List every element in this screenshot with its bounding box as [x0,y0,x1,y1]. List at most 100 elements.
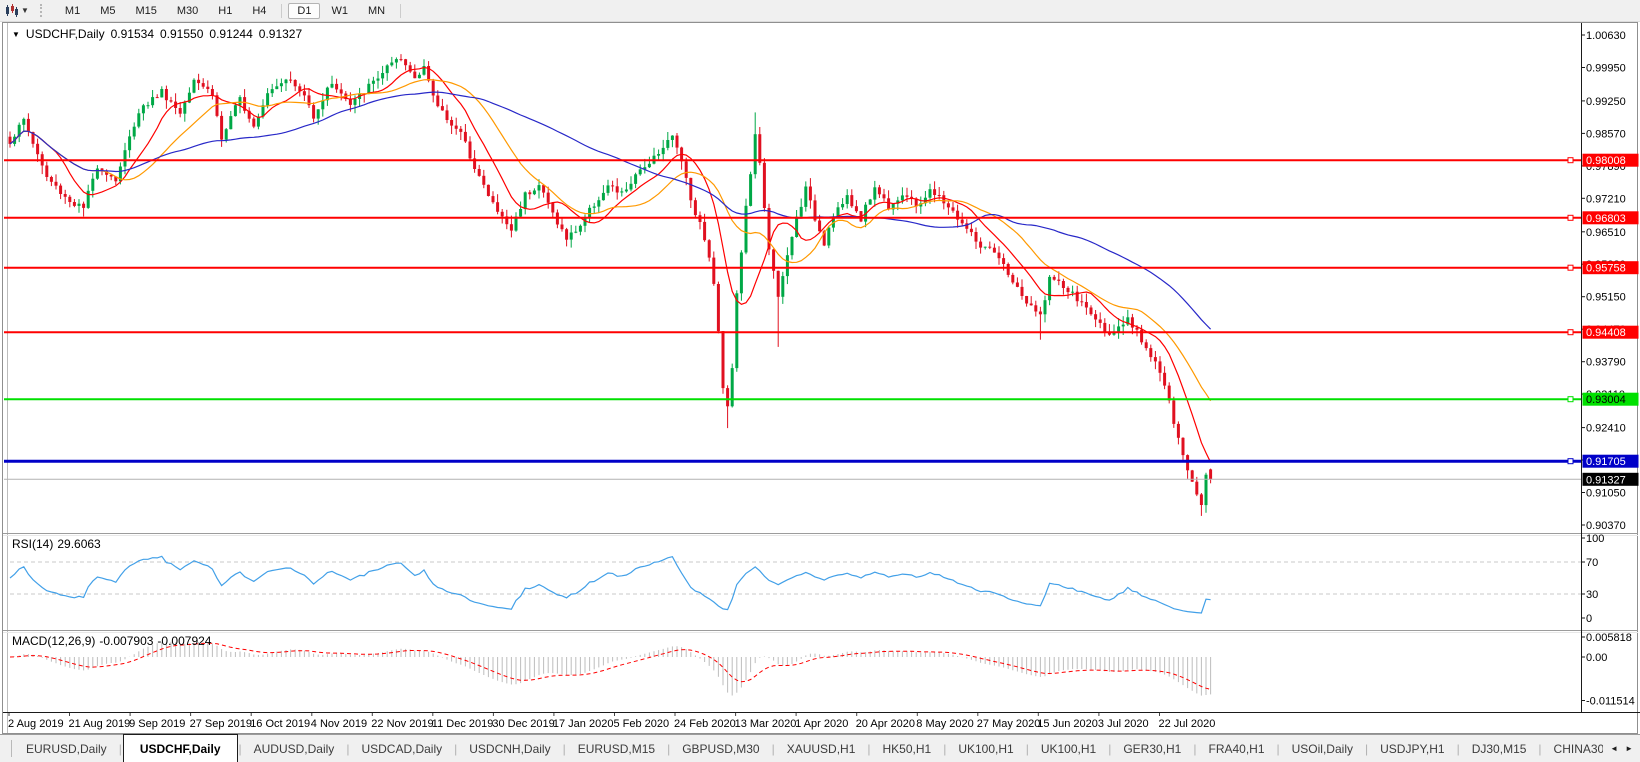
svg-text:0.00: 0.00 [1586,652,1607,664]
tab-separator: | [118,741,122,756]
chart-area[interactable]: 1.006300.999500.992500.985700.978900.972… [0,0,1640,762]
level-price-tag: 0.95758 [1582,261,1639,275]
svg-text:0.91050: 0.91050 [1586,488,1626,500]
tab-scroll-right-icon[interactable]: ► [1625,744,1633,753]
chart-tab-eurusd-daily[interactable]: EURUSD,Daily [14,738,119,760]
hline-handle[interactable] [1567,157,1574,164]
level-price-tag: 0.91705 [1582,454,1639,468]
chart-window-bg [0,21,1640,735]
svg-text:30 Dec 2019: 30 Dec 2019 [492,718,554,730]
chart-tab-dj30-m15[interactable]: DJ30,M15 [1460,738,1539,760]
svg-text:3 Jul 2020: 3 Jul 2020 [1098,718,1149,730]
chart-tab-usoil-daily[interactable]: USOil,Daily [1280,738,1365,760]
tab-scroll-left-icon[interactable]: ◄ [1610,744,1618,753]
svg-text:22 Nov 2019: 22 Nov 2019 [371,718,433,730]
timeframe-button-m1[interactable]: M1 [56,3,89,19]
svg-text:17 Jan 2020: 17 Jan 2020 [553,718,614,730]
svg-text:0.99250: 0.99250 [1586,96,1626,108]
svg-text:27 Sep 2019: 27 Sep 2019 [190,718,252,730]
macd-signal-value: -0.007924 [157,634,212,648]
svg-text:0.95758: 0.95758 [1586,263,1626,275]
chart-tab-china300-h4[interactable]: CHINA300,H4 [1542,738,1604,760]
candlestick-glyph [6,4,18,17]
svg-text:11 Dec 2019: 11 Dec 2019 [432,718,494,730]
tab-scroll-arrows: ◄ ► [1603,744,1640,753]
timeframe-button-m15[interactable]: M15 [126,3,165,19]
chart-tab-usdjpy-h1[interactable]: USDJPY,H1 [1368,738,1456,760]
svg-text:21 Aug 2019: 21 Aug 2019 [69,718,131,730]
chart-type-icon[interactable] [3,3,20,19]
symbol-title: USDCHF,Daily [25,27,105,41]
ohlc-open: 0.91534 [110,27,154,41]
svg-text:0.005818: 0.005818 [1586,632,1632,644]
svg-text:16 Oct 2019: 16 Oct 2019 [250,718,310,730]
svg-text:8 May 2020: 8 May 2020 [916,718,973,730]
chart-tab-uk100-h1[interactable]: UK100,H1 [1029,738,1108,760]
svg-text:30: 30 [1586,589,1598,601]
svg-text:24 Feb 2020: 24 Feb 2020 [674,718,736,730]
chart-tabbar: EURUSD,Daily | USDCHF,Daily | AUDUSD,Daily | U… [0,734,1640,762]
chart-tab-hk50-h1[interactable]: HK50,H1 [871,738,944,760]
svg-text:-0.011514: -0.011514 [1586,696,1635,708]
chart-tab-usdcad-daily[interactable]: USDCAD,Daily [349,738,454,760]
hline-handle[interactable] [1567,214,1574,221]
chart-tab-audusd-daily[interactable]: AUDUSD,Daily [242,738,347,760]
hline-handle[interactable] [1567,396,1574,403]
timeframe-button-m30[interactable]: M30 [168,3,207,19]
toolbar-separator [400,3,402,18]
current-price-tag: 0.91327 [1582,472,1639,486]
chart-tab-xauusd-h1[interactable]: XAUUSD,H1 [775,738,868,760]
chart-tab-usdchf-daily[interactable]: USDCHF,Daily [122,734,238,762]
timeframe-button-w1[interactable]: W1 [322,3,357,19]
rsi-pane-label: RSI(14) 29.6063 [12,537,105,551]
macd-main-value: -0.007903 [99,634,154,648]
chart-tab-gbpusd-m30[interactable]: GBPUSD,M30 [670,738,771,760]
svg-text:13 Mar 2020: 13 Mar 2020 [735,718,797,730]
svg-text:2 Aug 2019: 2 Aug 2019 [8,718,64,730]
svg-text:1 Apr 2020: 1 Apr 2020 [795,718,848,730]
hline-handle[interactable] [1567,458,1574,465]
svg-text:5 Feb 2020: 5 Feb 2020 [614,718,670,730]
svg-text:70: 70 [1586,557,1598,569]
svg-text:20 Apr 2020: 20 Apr 2020 [856,718,915,730]
svg-text:0.97210: 0.97210 [1586,193,1626,205]
svg-text:0.91327: 0.91327 [1586,474,1626,486]
svg-text:0.99950: 0.99950 [1586,63,1626,75]
toolbar-grip[interactable] [39,4,45,17]
symbol-dropdown-icon[interactable]: ▼ [12,30,20,39]
chart-tab-eurusd-m15[interactable]: EURUSD,M15 [566,738,667,760]
timeframe-button-mn[interactable]: MN [359,3,394,19]
hline-handle[interactable] [1567,264,1574,271]
chevron-down-icon[interactable]: ▼ [21,6,29,15]
svg-text:0.93790: 0.93790 [1586,357,1626,369]
level-price-tag: 0.94408 [1582,325,1639,339]
chart-tab-usdcnh-daily[interactable]: USDCNH,Daily [457,738,562,760]
svg-text:0.98570: 0.98570 [1586,128,1626,140]
chart-tab-fra40-h1[interactable]: FRA40,H1 [1196,738,1276,760]
timeframe-button-h4[interactable]: H4 [243,3,275,19]
chart-tab-ger30-h1[interactable]: GER30,H1 [1111,738,1193,760]
ohlc-close: 0.91327 [258,27,303,41]
rsi-name: RSI(14) [12,537,54,551]
toolbar-separator [281,3,283,18]
svg-text:0.94408: 0.94408 [1586,327,1626,339]
mt4-window: ▼ M1 M5 M15 M30 H1 H4 D1 W1 MN 1.00630 0.99950 0.9… [0,0,1640,762]
svg-text:0.90370: 0.90370 [1586,520,1626,532]
svg-text:0.95150: 0.95150 [1586,292,1626,304]
svg-text:22 Jul 2020: 22 Jul 2020 [1159,718,1216,730]
ohlc-high: 0.91550 [160,27,204,41]
timeframe-button-h1[interactable]: H1 [209,3,241,19]
hline-handle[interactable] [1567,329,1574,336]
svg-text:0.96510: 0.96510 [1586,227,1626,239]
timeframe-button-d1[interactable]: D1 [288,2,321,19]
level-price-tag: 0.98008 [1582,153,1639,167]
svg-text:0: 0 [1586,613,1592,625]
svg-text:0.92410: 0.92410 [1586,423,1626,435]
rsi-value: 29.6063 [57,537,101,551]
svg-text:0.93004: 0.93004 [1586,394,1626,406]
svg-text:0.96803: 0.96803 [1586,213,1626,225]
level-price-tag: 0.93004 [1582,392,1639,406]
svg-text:0.98008: 0.98008 [1586,155,1626,167]
chart-tab-uk100-h1[interactable]: UK100,H1 [946,738,1025,760]
timeframe-button-m5[interactable]: M5 [91,3,124,19]
